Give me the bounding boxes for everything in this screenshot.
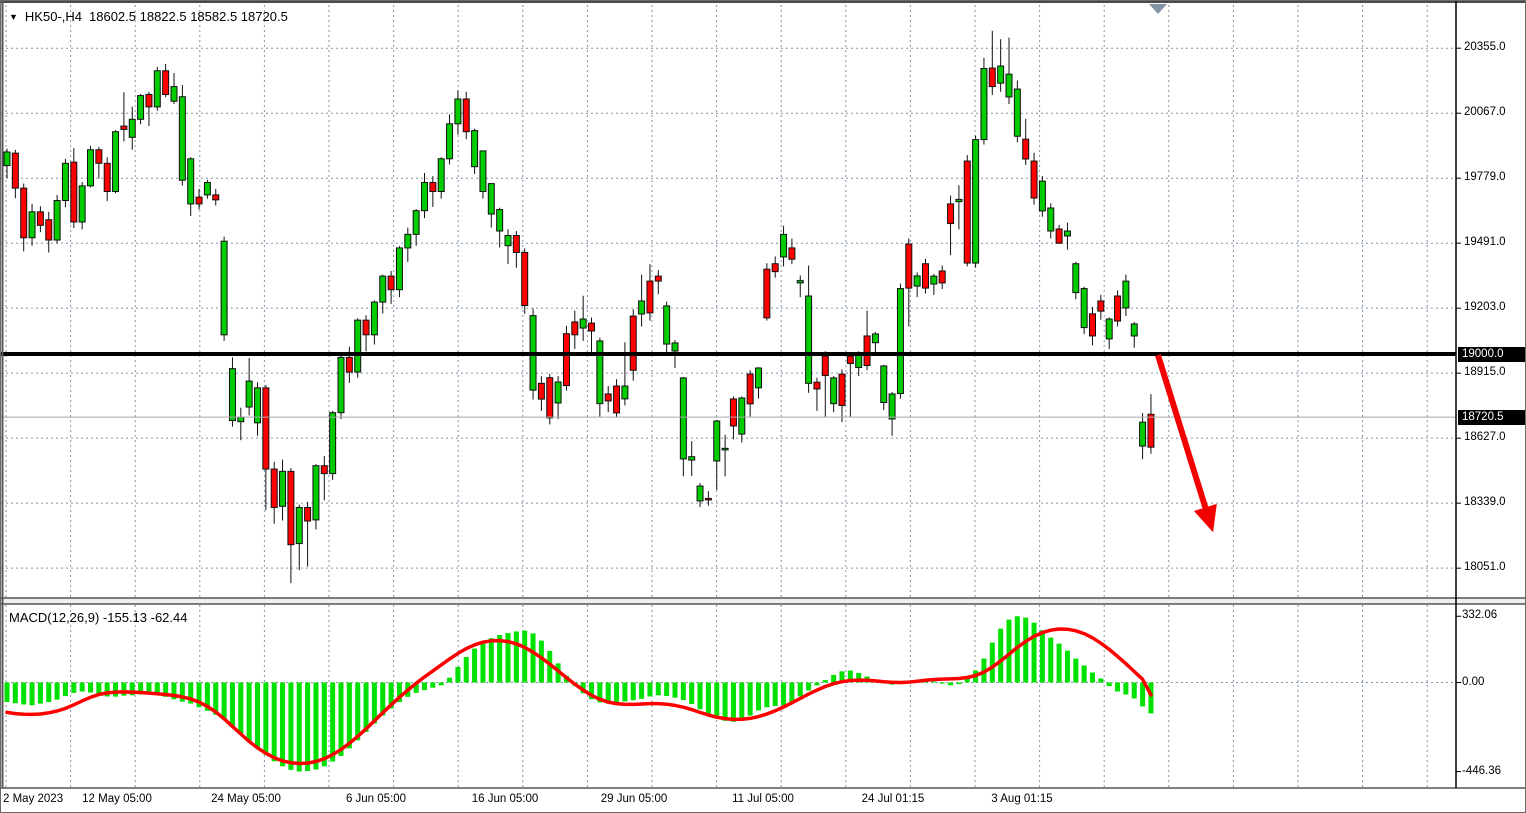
price-axis-label: 20355.0	[1464, 41, 1506, 53]
symbol-timeframe-label: HK50-,H4	[25, 9, 82, 24]
chart-window: ▼ HK50-,H4 18602.5 18822.5 18582.5 18720…	[0, 0, 1526, 813]
macd-axis-label: 332.06	[1462, 609, 1497, 621]
price-badge-level: 19000.0	[1458, 347, 1526, 362]
time-axis-label: 24 May 05:00	[211, 793, 281, 805]
time-axis-label: 3 Aug 01:15	[991, 793, 1052, 805]
candles	[4, 66, 1154, 545]
macd-axis-label: -446.36	[1462, 765, 1501, 777]
time-axis-label: 12 May 05:00	[82, 793, 152, 805]
macd-indicator-label: MACD(12,26,9) -155.13 -62.44	[9, 610, 187, 625]
price-axis-label: 19491.0	[1464, 236, 1506, 248]
time-axis-label: 6 Jun 05:00	[346, 793, 406, 805]
chart-title: ▼ HK50-,H4 18602.5 18822.5 18582.5 18720…	[9, 9, 288, 24]
price-axis-label: 19203.0	[1464, 301, 1506, 313]
trend-arrow[interactable]	[1158, 355, 1217, 532]
price-badge-current: 18720.5	[1458, 410, 1526, 425]
time-axis-label: 2 May 2023	[3, 793, 63, 805]
time-axis-label: 16 Jun 05:00	[472, 793, 539, 805]
price-axis-label: 18915.0	[1464, 366, 1506, 378]
dropdown-arrow-icon[interactable]: ▼	[9, 12, 18, 22]
macd-histogram	[5, 616, 1154, 771]
shift-marker-icon[interactable]	[1149, 4, 1167, 14]
ohlc-readout: 18602.5 18822.5 18582.5 18720.5	[89, 9, 288, 24]
grid-lines	[1, 5, 1456, 788]
price-chart-canvas[interactable]	[1, 1, 1526, 813]
price-axis-label: 18051.0	[1464, 561, 1506, 573]
time-axis-label: 11 Jul 05:00	[732, 793, 794, 805]
macd-axis-label: 0.00	[1462, 676, 1484, 688]
price-axis-label: 20067.0	[1464, 106, 1506, 118]
price-axis-label: 19779.0	[1464, 171, 1506, 183]
time-axis-label: 29 Jun 05:00	[601, 793, 668, 805]
price-axis-label: 18339.0	[1464, 496, 1506, 508]
time-axis-label: 24 Jul 01:15	[862, 793, 925, 805]
price-axis-label: 18627.0	[1464, 431, 1506, 443]
candle-wicks	[7, 31, 1151, 583]
panel-separator[interactable]	[1, 598, 1526, 604]
macd-signal-line	[7, 629, 1151, 764]
